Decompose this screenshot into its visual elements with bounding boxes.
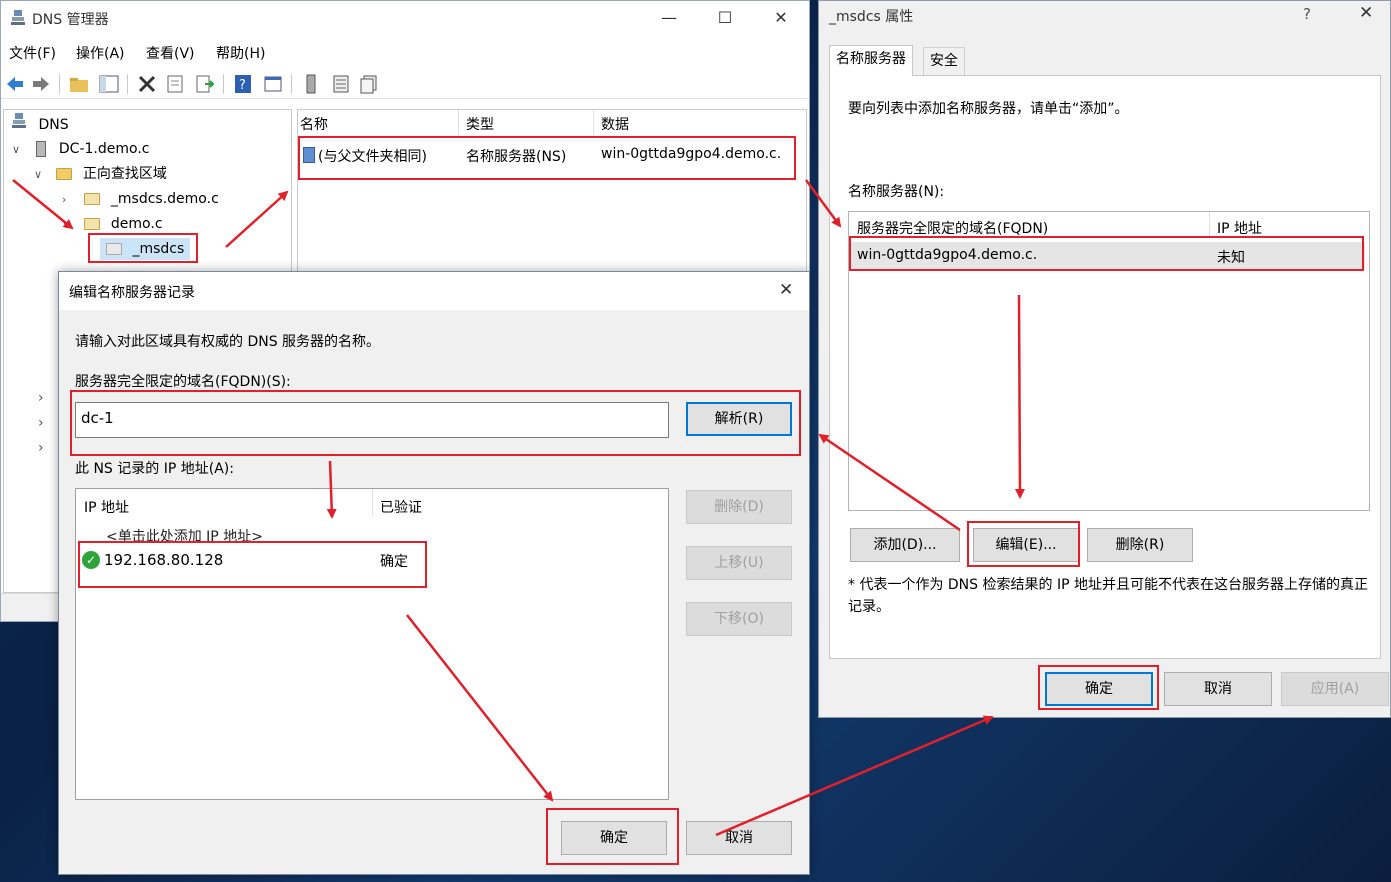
tab-security[interactable]: 安全 xyxy=(923,47,965,75)
dns-app-icon xyxy=(11,10,25,26)
column-divider[interactable] xyxy=(458,110,459,136)
highlight-box-ip-row xyxy=(78,541,427,588)
move-up-button[interactable]: 上移(U) xyxy=(686,546,792,580)
tab-panel: 要向列表中添加名称服务器，请单击“添加”。 名称服务器(N): 服务器完全限定的… xyxy=(829,75,1381,659)
highlight-box-ns-row xyxy=(849,236,1364,271)
remove-button[interactable]: 删除(R) xyxy=(1087,528,1193,562)
prompt-text: 请输入对此区域具有权威的 DNS 服务器的名称。 xyxy=(75,334,381,350)
menu-view[interactable]: 查看(V) xyxy=(146,43,195,63)
highlight-box-edit-button xyxy=(967,521,1080,567)
window-title: DNS 管理器 xyxy=(32,12,109,28)
window-title: _msdcs 属性 xyxy=(829,9,914,25)
svg-text:?: ? xyxy=(239,78,246,93)
ns-list-label: 名称服务器(N): xyxy=(848,184,945,200)
folder-icon xyxy=(56,168,73,180)
help-icon[interactable]: ? xyxy=(233,74,253,94)
close-icon[interactable]: ✕ xyxy=(1359,3,1373,23)
delete-icon[interactable] xyxy=(137,74,157,94)
properties-window: _msdcs 属性 ? ✕ 名称服务器 安全 要向列表中添加名称服务器，请单击“… xyxy=(818,0,1391,718)
instruction-text: 要向列表中添加名称服务器，请单击“添加”。 xyxy=(848,101,1129,117)
title-bar: DNS 管理器 — ☐ ✕ xyxy=(1,1,809,35)
column-header-data[interactable]: 数据 xyxy=(601,114,629,134)
toolbar-separator xyxy=(59,74,60,94)
maximize-icon[interactable]: ☐ xyxy=(702,1,748,35)
zone-icon[interactable] xyxy=(359,74,379,94)
zone-folder-icon xyxy=(84,193,101,205)
move-down-button[interactable]: 下移(O) xyxy=(686,602,792,636)
console-icon[interactable] xyxy=(263,74,283,94)
minimize-icon[interactable]: — xyxy=(646,1,692,35)
tab-name-servers[interactable]: 名称服务器 xyxy=(829,45,913,76)
dialog-title: 编辑名称服务器记录 xyxy=(69,285,195,301)
server-icon xyxy=(36,141,47,157)
cancel-button[interactable]: 取消 xyxy=(1164,672,1272,706)
tree-item-forward-zones[interactable]: ∨ 正向查找区域 xyxy=(34,163,167,185)
delete-button[interactable]: 删除(D) xyxy=(686,490,792,524)
column-header-name[interactable]: 名称 xyxy=(300,114,328,134)
highlight-box-fqdn-resolve xyxy=(70,390,801,456)
menu-file[interactable]: 文件(F) xyxy=(9,43,56,63)
server-icon[interactable] xyxy=(301,74,321,94)
forward-arrow-icon[interactable] xyxy=(31,74,51,94)
back-arrow-icon[interactable] xyxy=(5,74,25,94)
highlight-box-dialog-ok xyxy=(546,808,679,865)
highlight-box-ns-record xyxy=(298,136,796,180)
tree-label: _msdcs.demo.c xyxy=(110,191,219,207)
records-icon[interactable] xyxy=(331,74,351,94)
up-folder-icon[interactable] xyxy=(69,74,89,94)
column-header-ip[interactable]: IP 地址 xyxy=(84,497,129,517)
tab-strip: 名称服务器 安全 xyxy=(829,45,1381,76)
menu-bar: 文件(F) 操作(A) 查看(V) 帮助(H) xyxy=(1,39,809,65)
highlight-box-msdcs-node xyxy=(88,233,198,263)
chevron-down-icon[interactable]: ∨ xyxy=(62,214,76,236)
column-header-ip[interactable]: IP 地址 xyxy=(1217,218,1262,238)
column-header-type[interactable]: 类型 xyxy=(466,114,494,134)
highlight-box-props-ok xyxy=(1038,665,1159,710)
chevron-right-icon[interactable]: › xyxy=(38,390,44,406)
chevron-right-icon[interactable]: › xyxy=(38,415,44,431)
column-divider[interactable] xyxy=(372,489,373,517)
menu-help[interactable]: 帮助(H) xyxy=(216,43,265,63)
show-tree-icon[interactable] xyxy=(99,74,119,94)
help-icon[interactable]: ? xyxy=(1303,5,1311,23)
tree-label: demo.c xyxy=(110,216,163,232)
toolbar-separator xyxy=(127,74,128,94)
zone-folder-icon xyxy=(84,218,101,230)
toolbar-separator xyxy=(291,74,292,94)
toolbar: ? xyxy=(1,69,809,99)
tree-item-msdcs-zone[interactable]: › _msdcs.demo.c xyxy=(62,188,219,210)
chevron-down-icon[interactable]: ∨ xyxy=(34,164,48,186)
column-divider[interactable] xyxy=(593,110,594,136)
note-text: * 代表一个作为 DNS 检索结果的 IP 地址并且可能不代表在这台服务器上存储… xyxy=(848,577,1368,615)
tree-label: DNS xyxy=(38,117,69,133)
tree-label: DC-1.demo.c xyxy=(58,141,150,157)
fqdn-label: 服务器完全限定的域名(FQDN)(S): xyxy=(75,374,291,390)
ip-list-label: 此 NS 记录的 IP 地址(A): xyxy=(75,461,234,477)
tree-item-server[interactable]: ∨ DC-1.demo.c xyxy=(12,138,149,160)
ip-address-list: IP 地址 已验证 <单击此处添加 IP 地址> ✓ 192.168.80.12… xyxy=(75,488,669,800)
dns-icon xyxy=(12,113,28,136)
properties-icon[interactable] xyxy=(165,74,185,94)
apply-button[interactable]: 应用(A) xyxy=(1281,672,1389,706)
toolbar-separator xyxy=(223,74,224,94)
close-icon[interactable]: ✕ xyxy=(758,1,804,35)
close-icon[interactable]: ✕ xyxy=(779,280,793,300)
chevron-right-icon[interactable]: › xyxy=(38,440,44,456)
add-button[interactable]: 添加(D)... xyxy=(850,528,960,562)
tree-item-demo-zone[interactable]: ∨ demo.c xyxy=(62,213,163,235)
column-header-verified[interactable]: 已验证 xyxy=(380,497,422,517)
tree-item-dns[interactable]: DNS xyxy=(12,113,69,135)
column-divider[interactable] xyxy=(1209,212,1210,238)
chevron-right-icon[interactable]: › xyxy=(62,189,76,211)
menu-action[interactable]: 操作(A) xyxy=(76,43,125,63)
cancel-button[interactable]: 取消 xyxy=(686,821,792,855)
column-header-fqdn[interactable]: 服务器完全限定的域名(FQDN) xyxy=(857,218,1048,238)
tree-label: 正向查找区域 xyxy=(82,166,167,182)
chevron-down-icon[interactable]: ∨ xyxy=(12,139,26,161)
title-bar: 编辑名称服务器记录 ✕ xyxy=(59,272,809,310)
export-list-icon[interactable] xyxy=(195,74,215,94)
